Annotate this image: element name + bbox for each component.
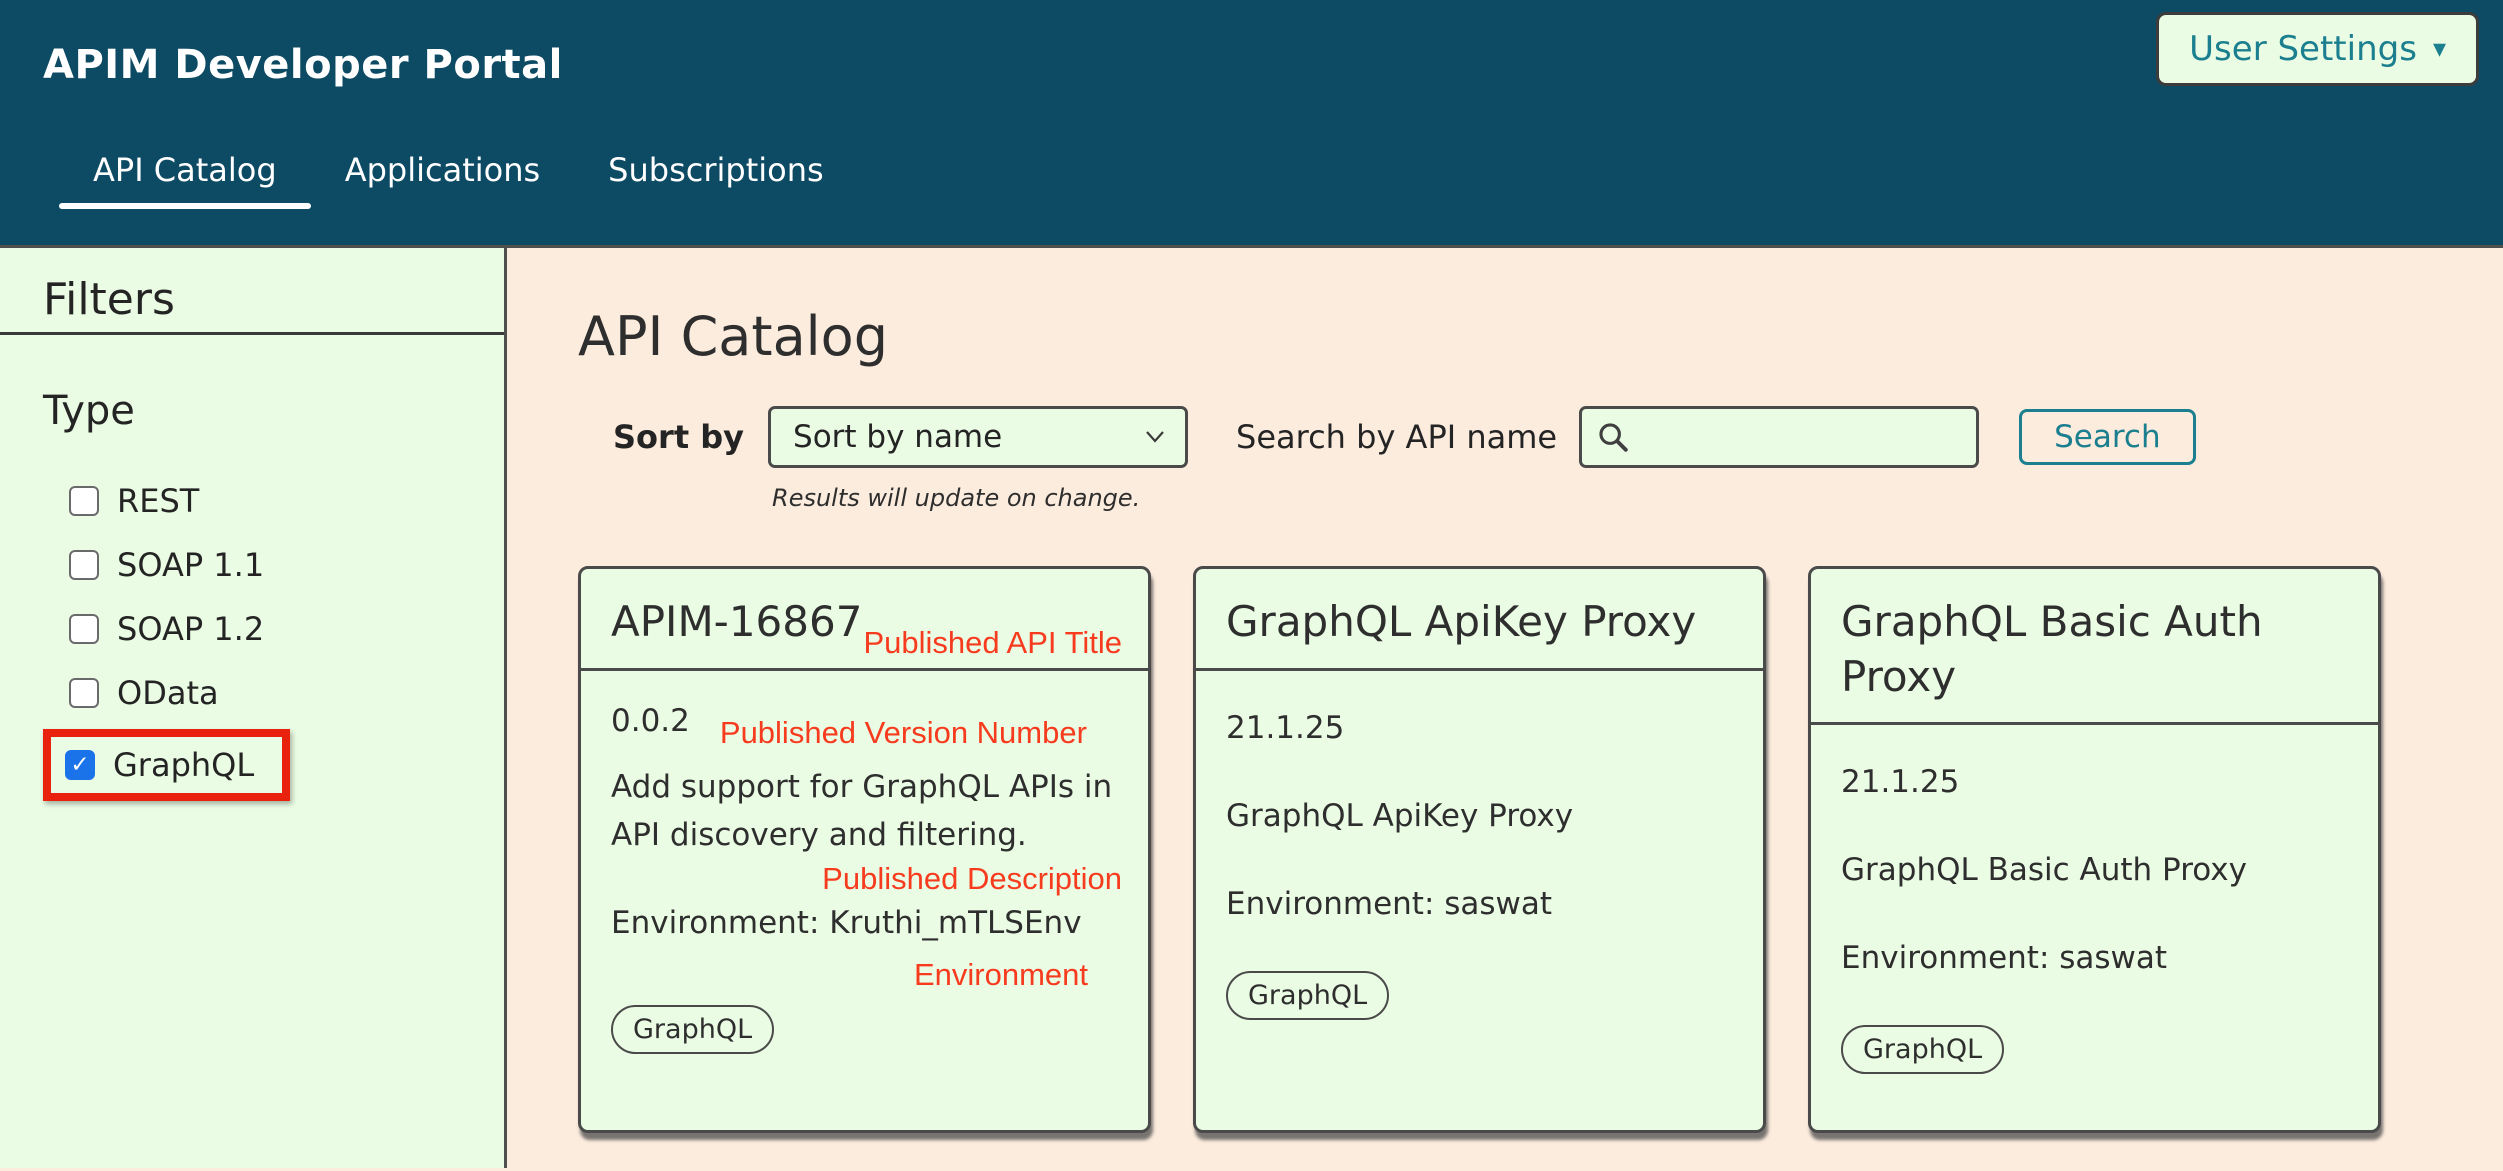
catalog-controls: Sort by Sort by name Results will update… [613, 406, 2503, 512]
api-type-badge: GraphQL [611, 1005, 774, 1054]
api-description: Add support for GraphQL APIs in API disc… [611, 763, 1118, 859]
type-heading: Type [43, 387, 504, 435]
api-card-graphql-basic-auth-proxy[interactable]: GraphQL Basic Auth Proxy 21.1.25 GraphQL… [1808, 566, 2381, 1133]
sort-by-label: Sort by [613, 406, 744, 468]
api-card-apim-16867[interactable]: APIM-16867 Published API Title 0.0.2 Pub… [578, 566, 1151, 1133]
sort-select[interactable]: Sort by name [768, 406, 1188, 468]
search-button[interactable]: Search [2019, 409, 2196, 465]
annotation-environment: Environment [914, 957, 1088, 992]
filters-heading: Filters [43, 274, 504, 326]
annotation-published-version: Published Version Number [720, 715, 1087, 751]
tab-subscriptions[interactable]: Subscriptions [574, 151, 858, 209]
api-catalog-main: API Catalog Sort by Sort by name Results… [507, 248, 2503, 1168]
search-field[interactable] [1579, 406, 1979, 468]
user-settings-label: User Settings [2189, 29, 2417, 69]
api-version: 21.1.25 [1841, 759, 2348, 805]
filter-label-odata: OData [117, 674, 219, 712]
sort-control: Sort by name Results will update on chan… [768, 406, 1188, 512]
annotation-environment-row: Environment [611, 957, 1088, 993]
sort-helper-text: Results will update on change. [772, 484, 1188, 512]
api-card-title: GraphQL ApiKey Proxy [1196, 569, 1763, 671]
api-title-text: GraphQL ApiKey Proxy [1226, 597, 1696, 646]
api-card-title: GraphQL Basic Auth Proxy [1811, 569, 2378, 725]
search-icon [1596, 420, 1630, 454]
caret-down-icon: ▾ [2433, 36, 2446, 62]
content-area: Filters Type REST SOAP 1.1 SOAP 1.2 [0, 248, 2503, 1168]
page-title: API Catalog [578, 304, 2503, 370]
api-version: 0.0.2 [611, 703, 690, 739]
annotation-published-api-title: Published API Title [864, 623, 1123, 663]
api-type-badge: GraphQL [1841, 1025, 2004, 1074]
api-title-text: APIM-16867 [611, 597, 862, 646]
filter-option-soap11[interactable]: SOAP 1.1 [69, 545, 504, 585]
api-card-title: APIM-16867 Published API Title [581, 569, 1148, 671]
filter-label-soap11: SOAP 1.1 [117, 546, 264, 584]
checkbox-rest[interactable] [69, 486, 99, 516]
filter-label-soap12: SOAP 1.2 [117, 610, 264, 648]
filter-option-soap12[interactable]: SOAP 1.2 [69, 609, 504, 649]
search-input[interactable] [1640, 420, 1962, 455]
chevron-down-icon [1143, 429, 1167, 445]
filter-option-rest[interactable]: REST [69, 481, 504, 521]
checkbox-soap11[interactable] [69, 550, 99, 580]
api-version-row: 0.0.2 Published Version Number [611, 703, 1118, 739]
api-card-graphql-apikey-proxy[interactable]: GraphQL ApiKey Proxy 21.1.25 GraphQL Api… [1193, 566, 1766, 1133]
api-description: GraphQL Basic Auth Proxy [1841, 847, 2348, 893]
filter-option-graphql[interactable]: ✓ GraphQL [65, 745, 254, 785]
filters-sidebar: Filters Type REST SOAP 1.1 SOAP 1.2 [0, 248, 507, 1168]
annotation-published-description: Published Description [822, 861, 1122, 896]
checkbox-graphql[interactable]: ✓ [65, 750, 95, 780]
api-card-body: 0.0.2 Published Version Number Add suppo… [581, 671, 1148, 1130]
api-description: GraphQL ApiKey Proxy [1226, 793, 1733, 839]
api-environment: Environment: Kruthi_mTLSEnv [611, 905, 1118, 941]
api-card-body: 21.1.25 GraphQL Basic Auth Proxy Environ… [1811, 725, 2378, 1130]
filter-option-odata[interactable]: OData [69, 673, 504, 713]
search-label: Search by API name [1236, 406, 1557, 468]
app-header: APIM Developer Portal User Settings ▾ AP… [0, 0, 2503, 248]
api-title-text: GraphQL Basic Auth Proxy [1841, 597, 2263, 701]
app-title: APIM Developer Portal [43, 42, 563, 88]
checkbox-odata[interactable] [69, 678, 99, 708]
sort-select-value: Sort by name [793, 419, 1002, 455]
api-card-body: 21.1.25 GraphQL ApiKey Proxy Environment… [1196, 671, 1763, 1130]
sidebar-divider [0, 332, 504, 335]
main-nav-tabs: API Catalog Applications Subscriptions [59, 151, 858, 209]
api-environment: Environment: saswat [1841, 935, 2348, 981]
graphql-highlight-box: ✓ GraphQL [43, 729, 290, 801]
annotation-published-description-row: Published Description [611, 861, 1122, 897]
checkbox-soap12[interactable] [69, 614, 99, 644]
api-type-badge: GraphQL [1226, 971, 1389, 1020]
api-environment: Environment: saswat [1226, 881, 1733, 927]
user-settings-button[interactable]: User Settings ▾ [2156, 12, 2479, 86]
type-filter-list: REST SOAP 1.1 SOAP 1.2 OData [43, 481, 504, 817]
tab-api-catalog[interactable]: API Catalog [59, 151, 311, 209]
api-card-grid: APIM-16867 Published API Title 0.0.2 Pub… [578, 566, 2503, 1133]
checkmark-icon: ✓ [70, 752, 89, 778]
filter-label-graphql: GraphQL [113, 746, 254, 784]
api-version: 21.1.25 [1226, 705, 1733, 751]
tab-applications[interactable]: Applications [311, 151, 574, 209]
filter-label-rest: REST [117, 482, 199, 520]
apim-developer-portal: APIM Developer Portal User Settings ▾ AP… [0, 0, 2503, 1171]
